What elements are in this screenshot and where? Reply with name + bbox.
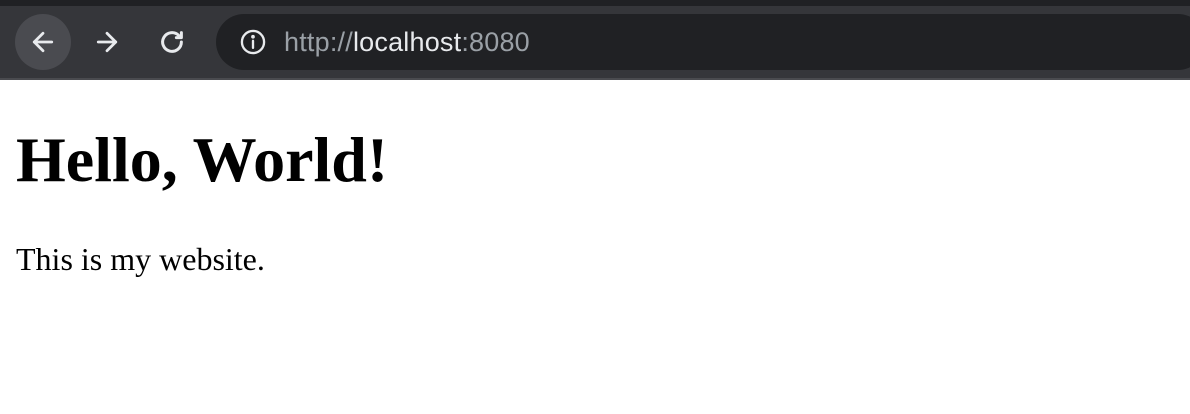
browser-chrome: http://localhost:8080 [0,0,1190,80]
back-button[interactable] [15,14,71,70]
page-heading: Hello, World! [16,124,389,195]
browser-toolbar: http://localhost:8080 [0,6,1190,78]
page-content: Hello, World! This is my website. [0,80,1190,414]
reload-button[interactable] [144,14,200,70]
arrow-left-icon [32,31,54,53]
address-bar[interactable]: http://localhost:8080 [216,14,1190,70]
url-port: :8080 [461,26,530,57]
url-host: localhost [352,26,462,57]
url-scheme: http:// [284,26,353,57]
page-paragraph: This is my website. [16,241,265,277]
reload-icon [161,31,183,53]
forward-button[interactable] [79,14,135,70]
arrow-right-icon [96,31,118,53]
site-info-icon[interactable] [238,27,268,57]
url-text[interactable]: http://localhost:8080 [284,27,530,58]
